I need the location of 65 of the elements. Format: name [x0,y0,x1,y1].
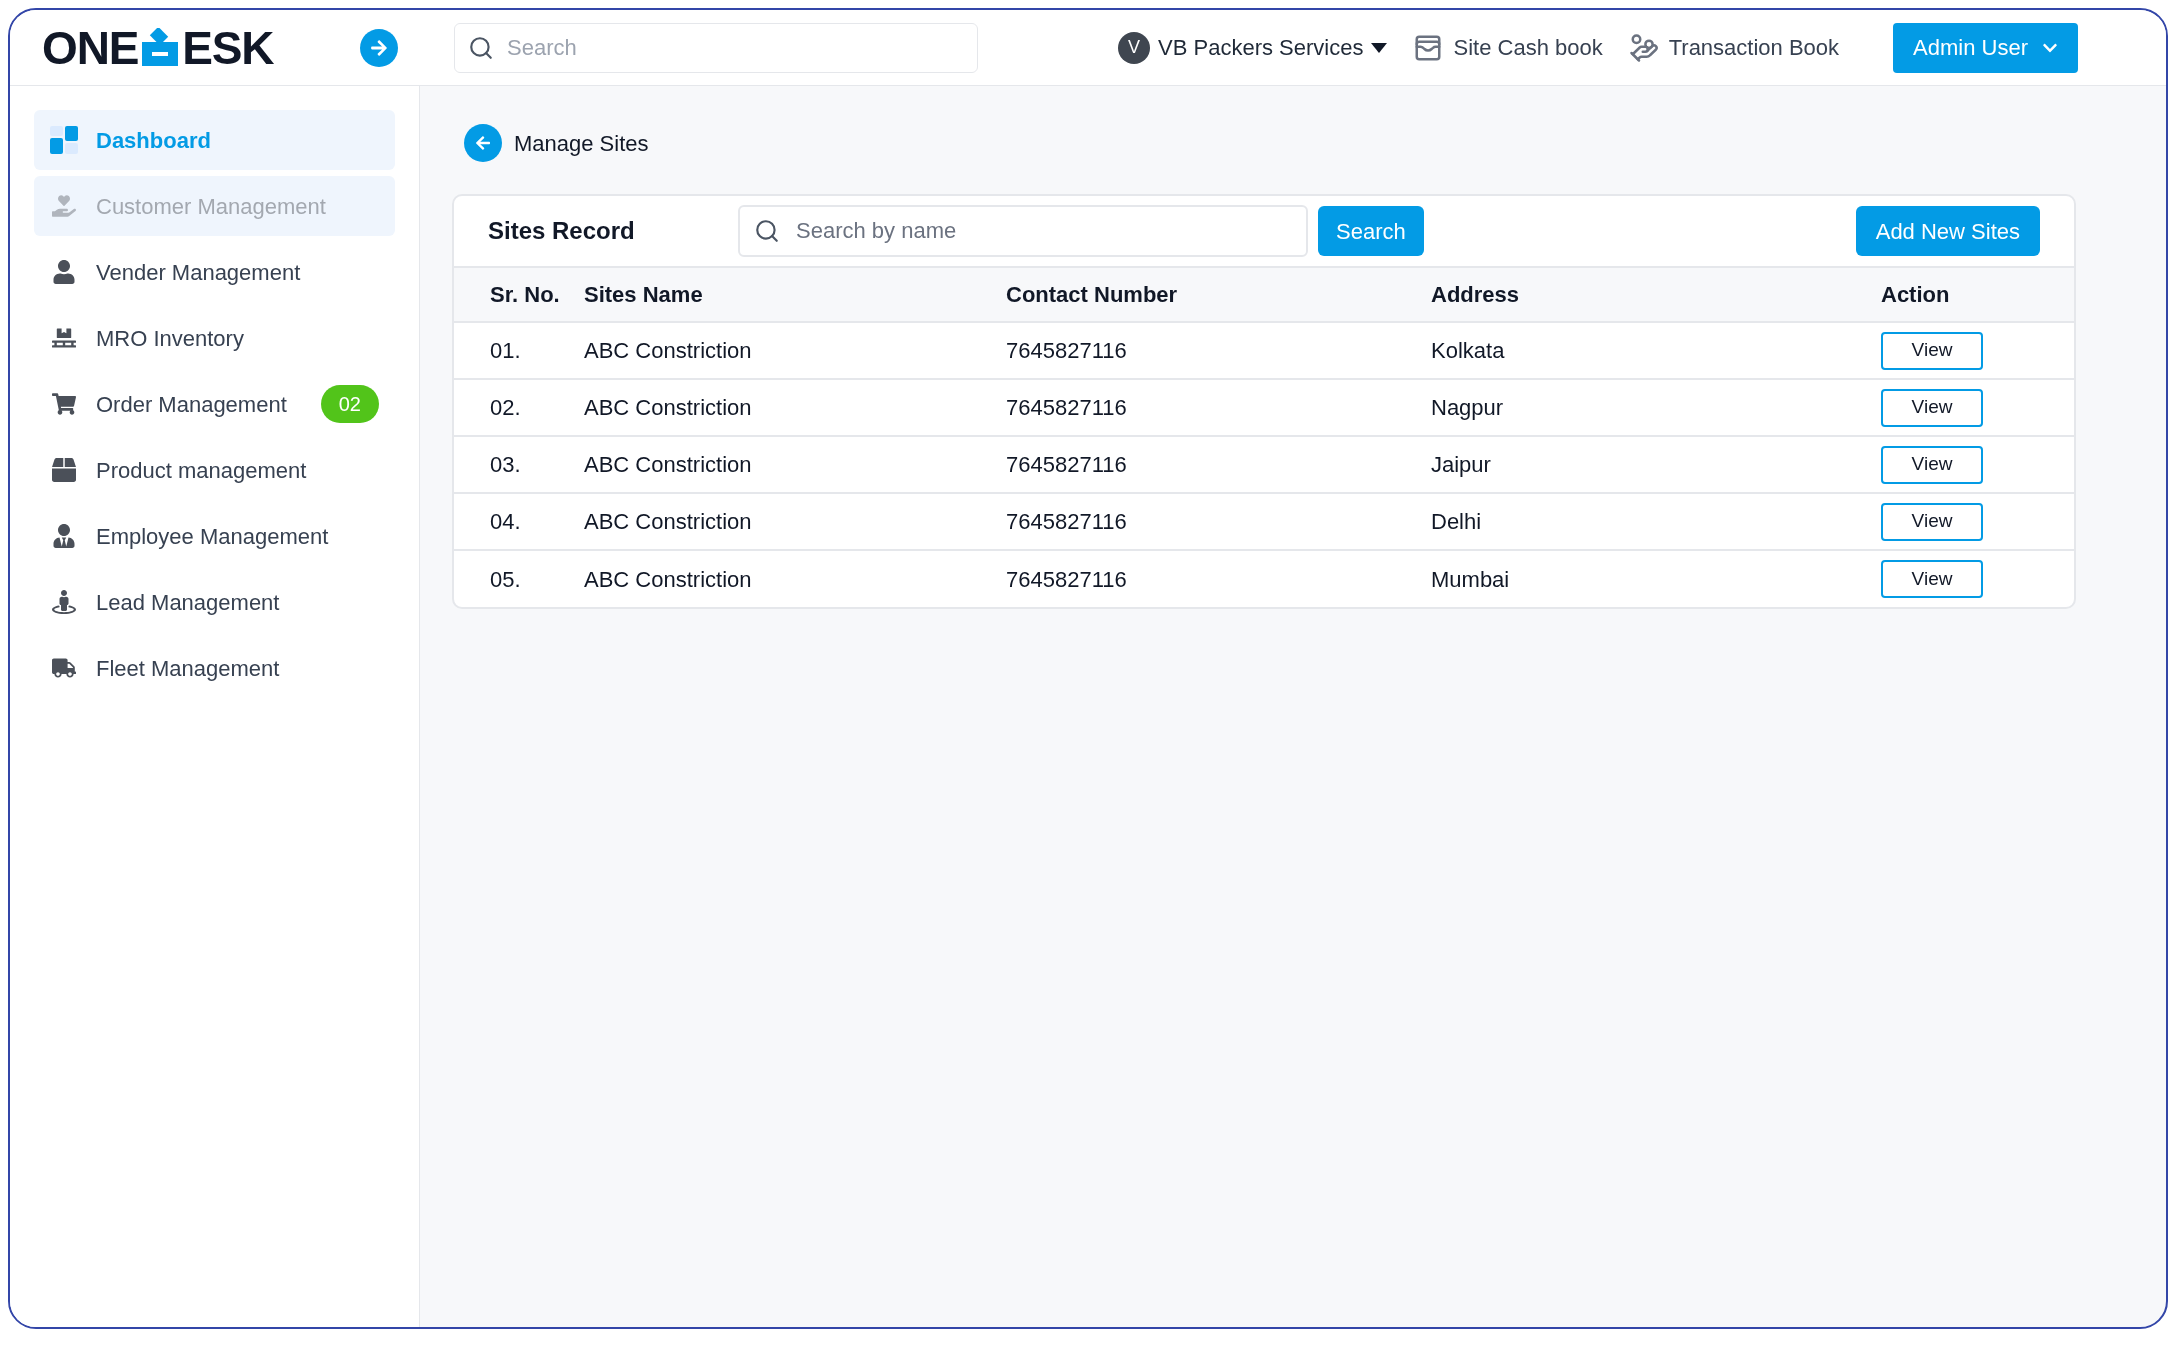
sidebar-item[interactable]: Vender Management [34,242,395,302]
hand-icon [52,194,76,218]
caret-icon [1371,42,1388,53]
company-selector[interactable]: V VB Packers Services [1118,31,1388,64]
company-avatar: V [1118,31,1151,64]
pallet-icon [52,326,76,350]
logo: ONE ESK [42,24,274,71]
column-header: Sites Name [584,282,703,307]
sidebar-item[interactable]: MRO Inventory [34,308,395,368]
table-cell: ABC Constriction [584,395,752,420]
table-cell: 7645827116 [1006,566,1127,592]
cart-icon [52,392,76,416]
sidebar-item[interactable]: Order Management 02 [34,374,395,434]
search-icon [754,218,780,244]
table-cell: ABC Constriction [584,452,752,477]
search-icon [468,34,494,61]
sidebar-item[interactable]: Lead Management [34,572,395,632]
table-cell: 04. [490,509,521,534]
sidebar-item[interactable]: Employee Management [34,506,395,566]
person-icon [52,590,76,614]
dashboard-icon [50,126,78,154]
expand-button[interactable] [360,28,398,67]
column-header: Action [1881,282,1950,307]
view-button[interactable]: View [1881,502,1983,541]
count-badge: 02 [320,385,379,423]
arrow-left-icon [475,135,491,151]
table-cell: Mumbai [1431,566,1510,592]
name-search-field[interactable]: Search by name [738,205,1308,257]
page-title: Manage Sites [514,129,649,158]
view-button[interactable]: View [1881,560,1983,598]
table-cell: 05. [490,566,521,592]
card-title: Sites Record [488,216,636,246]
table-cell: Jaipur [1431,452,1491,477]
table-cell: Delhi [1431,509,1482,534]
header-link[interactable]: Transaction Book [1628,31,1840,64]
table-cell: Nagpur [1431,395,1504,420]
view-button[interactable]: View [1881,331,1983,370]
hand-coin-icon [1628,32,1659,63]
arrow-right-icon [370,38,388,57]
table-cell: ABC Constriction [584,338,752,363]
back-button[interactable] [464,124,502,162]
table-cell: ABC Constriction [584,566,752,592]
table-cell: 02. [490,395,521,420]
column-header: Sr. No. [490,282,560,307]
table-cell: 7645827116 [1006,509,1127,534]
table-cell: ABC Constriction [584,509,752,534]
person-tie-icon [52,524,76,548]
table-cell: Kolkata [1431,338,1505,363]
table-cell: 7645827116 [1006,452,1127,477]
view-button[interactable]: View [1881,388,1983,427]
search-field[interactable]: Search [454,22,978,73]
table-cell: 03. [490,452,521,477]
column-header: Address [1431,282,1520,307]
header-link[interactable]: Site Cash book [1413,31,1603,64]
sidebar-item[interactable]: Product management [34,440,395,500]
table-cell: 7645827116 [1006,395,1127,420]
column-header: Contact Number [1006,282,1178,307]
view-button[interactable]: View [1881,445,1983,484]
sidebar-item[interactable]: Fleet Management [34,638,395,698]
table-cell: 7645827116 [1006,338,1127,363]
table-cell: 01. [490,338,521,363]
user-icon [52,260,76,284]
truck-icon [52,656,76,680]
box-icon [52,458,76,482]
logo-box-icon [140,27,181,68]
